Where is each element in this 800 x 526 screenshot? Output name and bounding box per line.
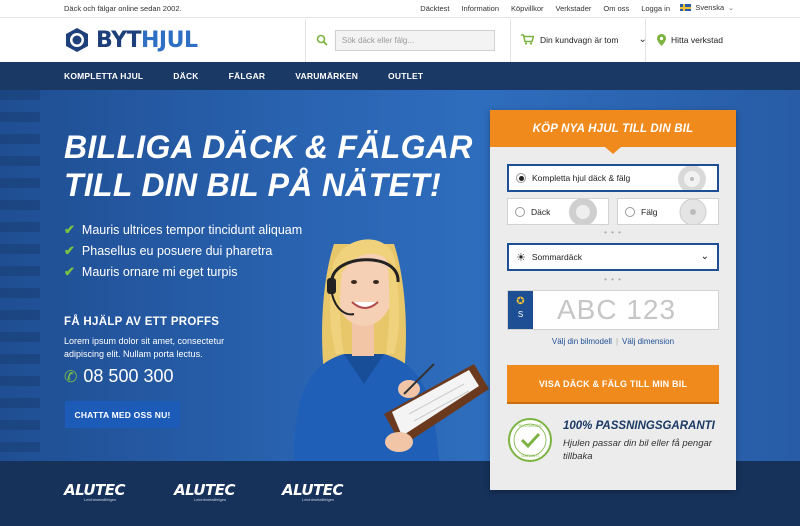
logo-text: BYTHJUL bbox=[96, 28, 198, 53]
top-link-om-oss[interactable]: Om oss bbox=[603, 4, 629, 13]
swedish-flag-icon bbox=[680, 4, 692, 11]
radio-icon bbox=[625, 206, 635, 217]
guarantee-body: Hjulen passar din bil eller få pengar ti… bbox=[563, 438, 712, 462]
hero-headline-line1: BILLIGA DÄCK & FÄLGAR bbox=[64, 129, 473, 165]
check-icon: ✔ bbox=[64, 242, 75, 258]
benefit-text: Phasellus eu posuere dui pharetra bbox=[81, 243, 273, 258]
guarantee-seal-icon: PASSNINGS GARANTI bbox=[508, 418, 552, 462]
divider-dots: • • • bbox=[604, 275, 622, 284]
nav-item-rims[interactable]: FÄLGAR bbox=[229, 71, 266, 81]
eu-plate-badge: ✪ S bbox=[508, 291, 533, 329]
list-item: ✔ Phasellus eu posuere dui pharetra bbox=[64, 240, 302, 261]
link-separator: | bbox=[615, 337, 619, 346]
header-divider bbox=[510, 19, 511, 62]
language-label: Svenska bbox=[695, 3, 725, 12]
benefit-text: Mauris ultrices tempor tincidunt aliquam bbox=[81, 222, 303, 237]
choose-model-link[interactable]: Välj din bilmodell bbox=[552, 337, 612, 346]
rim-icon bbox=[679, 199, 707, 224]
fit-guarantee: PASSNINGS GARANTI 100% PASSNINGSGARANTI … bbox=[507, 417, 727, 469]
season-select[interactable]: ☀ Sommardäck ⌄ bbox=[507, 243, 719, 271]
panel-title: KÖP NYA HJUL TILL DIN BIL bbox=[490, 110, 736, 154]
radio-selected-icon bbox=[516, 173, 526, 183]
brand-subtitle: Leichtmetallfelgen bbox=[302, 497, 335, 502]
radio-icon bbox=[515, 206, 525, 217]
tire-icon bbox=[569, 199, 597, 224]
option-label: Fälg bbox=[641, 206, 658, 217]
phone-text: 08 500 300 bbox=[83, 366, 174, 386]
nav-item-brands[interactable]: VARUMÄRKEN bbox=[295, 71, 358, 81]
chevron-down-icon: ⌄ bbox=[700, 251, 709, 262]
top-link-kopvillkor[interactable]: Köpvillkor bbox=[511, 4, 544, 13]
benefit-list: ✔ Mauris ultrices tempor tincidunt aliqua… bbox=[64, 219, 302, 282]
brand-logo[interactable]: ALUTEC Leichtmetallfelgen bbox=[282, 481, 364, 503]
choose-dimension-link[interactable]: Välj dimension bbox=[622, 337, 674, 346]
wheel-icon bbox=[678, 166, 706, 190]
wheel-finder-panel: KÖP NYA HJUL TILL DIN BIL Kompletta hjul… bbox=[490, 110, 736, 490]
header-divider bbox=[305, 19, 306, 62]
cart-icon bbox=[521, 34, 534, 45]
search-icon[interactable] bbox=[316, 34, 328, 46]
guarantee-title: 100% PASSNINGSGARANTI bbox=[563, 420, 715, 432]
check-icon: ✔ bbox=[64, 221, 75, 237]
tagline: Däck och fälgar online sedan 2002. bbox=[64, 4, 182, 13]
eu-stars-icon: ✪ bbox=[516, 296, 525, 307]
hero-headline-line2: TILL DIN BIL PÅ NÄTET! bbox=[64, 167, 441, 203]
plate-country: S bbox=[517, 310, 524, 319]
option-label: Däck bbox=[531, 206, 551, 217]
brand-subtitle: Leichtmetallfelgen bbox=[194, 497, 227, 502]
hero-headline: BILLIGA DÄCK & FÄLGAR TILL DIN BIL PÅ NÄ… bbox=[64, 128, 473, 204]
top-link-verkstader[interactable]: Verkstader bbox=[556, 4, 592, 13]
language-selector[interactable]: Svenska ⌄ bbox=[680, 3, 734, 12]
find-store-link[interactable]: Hitta verkstad bbox=[657, 34, 723, 46]
option-complete-wheels[interactable]: Kompletta hjul däck & fälg bbox=[507, 164, 719, 192]
sun-icon: ☀ bbox=[516, 251, 526, 264]
seal-bottom-text: GARANTI bbox=[521, 453, 539, 458]
cart-label: Din kundvagn är tom bbox=[540, 34, 619, 45]
phone-number[interactable]: ✆ 08 500 300 bbox=[64, 366, 174, 387]
benefit-text: Mauris ornare mi eget turpis bbox=[81, 264, 238, 279]
seal-top-text: PASSNINGS bbox=[518, 423, 541, 428]
tire-tread-decoration bbox=[0, 90, 40, 461]
logo-suffix: HJUL bbox=[141, 27, 198, 53]
support-agent-image bbox=[294, 239, 489, 461]
phone-icon: ✆ bbox=[64, 368, 78, 386]
search-input[interactable] bbox=[335, 30, 495, 51]
brand-logo[interactable]: ALUTEC Leichtmetallfelgen bbox=[64, 481, 146, 503]
list-item: ✔ Mauris ultrices tempor tincidunt aliqua… bbox=[64, 219, 302, 240]
top-links: Däcktest Information Köpvillkor Verkstad… bbox=[420, 4, 670, 13]
nav-item-outlet[interactable]: OUTLET bbox=[388, 71, 423, 81]
store-label: Hitta verkstad bbox=[671, 35, 723, 45]
nav-item-tires[interactable]: DÄCK bbox=[173, 71, 198, 81]
season-value: Sommardäck bbox=[531, 252, 582, 262]
check-icon: ✔ bbox=[64, 263, 75, 279]
option-rims[interactable]: Fälg bbox=[617, 198, 719, 225]
brand-logo[interactable]: ALUTEC Leichtmetallfelgen bbox=[174, 481, 256, 503]
brand-subtitle: Leichtmetallfelgen bbox=[84, 497, 117, 502]
show-wheels-button[interactable]: VISA DÄCK & FÄLG TILL MIN BIL bbox=[507, 365, 719, 402]
plate-placeholder: ABC 123 bbox=[557, 294, 677, 325]
logo-prefix: BYT bbox=[96, 27, 142, 53]
help-body: Lorem ipsum dolor sit amet, consectetur … bbox=[64, 336, 225, 359]
license-plate-input[interactable]: ✪ S ABC 123 bbox=[507, 290, 719, 330]
nav-item-complete-wheels[interactable]: KOMPLETTA HJUL bbox=[64, 71, 143, 81]
top-link-login[interactable]: Logga in bbox=[641, 4, 670, 13]
alt-search-links: Välj din bilmodell | Välj dimension bbox=[490, 337, 736, 346]
option-label: Kompletta hjul däck & fälg bbox=[532, 173, 631, 183]
logo[interactable]: BYTHJUL bbox=[64, 27, 198, 53]
top-bar: Däck och fälgar online sedan 2002. Däckt… bbox=[0, 0, 800, 18]
top-link-information[interactable]: Information bbox=[461, 4, 499, 13]
header-divider bbox=[645, 19, 646, 62]
option-tires[interactable]: Däck bbox=[507, 198, 609, 225]
list-item: ✔ Mauris ornare mi eget turpis bbox=[64, 261, 302, 282]
chat-button[interactable]: CHATTA MED OSS NU! bbox=[65, 401, 180, 428]
chevron-down-icon: ⌄ bbox=[728, 4, 734, 12]
cart-button[interactable]: Din kundvagn är tom ⌄ bbox=[521, 34, 647, 45]
map-pin-icon bbox=[657, 34, 666, 46]
header: BYTHJUL Din kundvagn är tom ⌄ Hitta verk… bbox=[0, 19, 800, 62]
top-link-dacktest[interactable]: Däcktest bbox=[420, 4, 449, 13]
logo-hexagon-icon bbox=[66, 28, 88, 52]
main-nav: KOMPLETTA HJUL DÄCK FÄLGAR VARUMÄRKEN OU… bbox=[0, 62, 800, 90]
help-title: FÅ HJÄLP AV ETT PROFFS bbox=[64, 316, 220, 328]
divider-dots: • • • bbox=[604, 228, 622, 237]
